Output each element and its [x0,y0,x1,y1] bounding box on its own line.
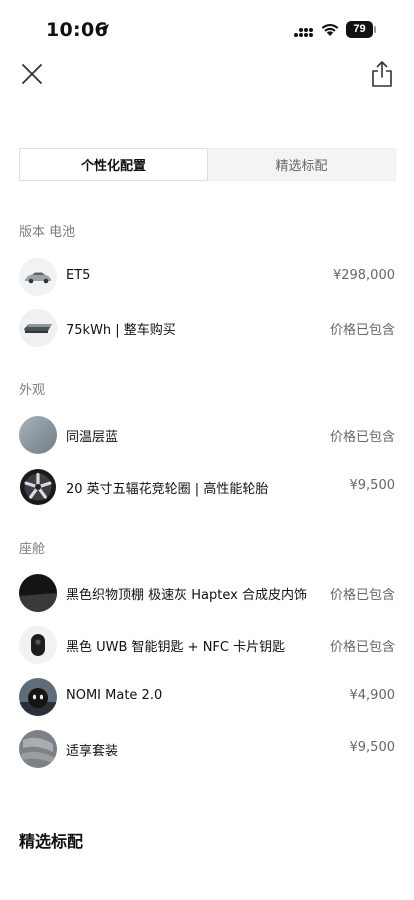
list-item[interactable]: 75kWh | 整车购买 价格已包含 [19,309,395,347]
seat-package-icon [19,730,57,768]
section-title-exterior: 外观 [19,383,46,398]
cellular-signal-icon [294,28,313,37]
item-name: 20 英寸五辐花竞轮圈 | 高性能轮胎 [66,482,269,497]
battery-level: 79 [346,21,373,38]
close-icon[interactable] [20,62,44,86]
item-price: ¥9,500 [349,740,396,755]
item-price: 价格已包含 [329,588,395,603]
item-price: ¥9,500 [349,478,396,493]
tab-personalized-config[interactable]: 个性化配置 [19,148,208,181]
section-title-cabin: 座舱 [19,542,46,557]
config-tabs: 个性化配置 精选标配 [19,148,396,181]
item-name: ET5 [66,268,91,283]
list-item[interactable]: 黑色 UWB 智能钥匙 + NFC 卡片钥匙 价格已包含 [19,626,395,664]
wifi-icon [321,23,339,36]
list-item[interactable]: 黑色织物顶棚 极速灰 Haptex 合成皮内饰 价格已包含 [19,574,395,612]
item-price: ¥298,000 [332,268,395,283]
location-arrow-icon [99,24,109,34]
tab-standard-features[interactable]: 精选标配 [208,149,395,180]
section-title-version-battery: 版本 电池 [19,225,76,240]
list-item[interactable]: ET5 ¥298,000 [19,258,395,296]
standard-features-heading: 精选标配 [19,832,84,851]
list-item[interactable]: 同温层蓝 价格已包含 [19,416,395,454]
battery-icon: 79 [346,21,376,38]
item-name: NOMI Mate 2.0 [66,688,163,703]
battery-pack-icon [19,309,57,347]
item-name: 适享套装 [66,744,119,759]
item-name: 黑色织物顶棚 极速灰 Haptex 合成皮内饰 [66,588,307,603]
item-name: 75kWh | 整车购买 [66,323,176,338]
list-item[interactable]: 适享套装 ¥9,500 [19,730,395,768]
list-item[interactable]: NOMI Mate 2.0 ¥4,900 [19,678,395,716]
interior-color-swatch-icon [19,574,57,612]
paint-color-swatch-icon [19,416,57,454]
list-item[interactable]: 20 英寸五辐花竞轮圈 | 高性能轮胎 ¥9,500 [19,468,395,506]
item-price: 价格已包含 [329,430,395,445]
item-price: 价格已包含 [329,323,395,338]
status-bar: 10:06 79 [0,0,414,58]
share-icon[interactable] [370,60,394,88]
item-price: ¥4,900 [349,688,396,703]
car-thumbnail-icon [19,258,57,296]
nomi-mate-icon [19,678,57,716]
wheel-icon [19,468,57,506]
item-name: 黑色 UWB 智能钥匙 + NFC 卡片钥匙 [66,640,286,655]
item-name: 同温层蓝 [66,430,119,445]
item-price: 价格已包含 [329,640,395,655]
smart-key-icon [19,626,57,664]
